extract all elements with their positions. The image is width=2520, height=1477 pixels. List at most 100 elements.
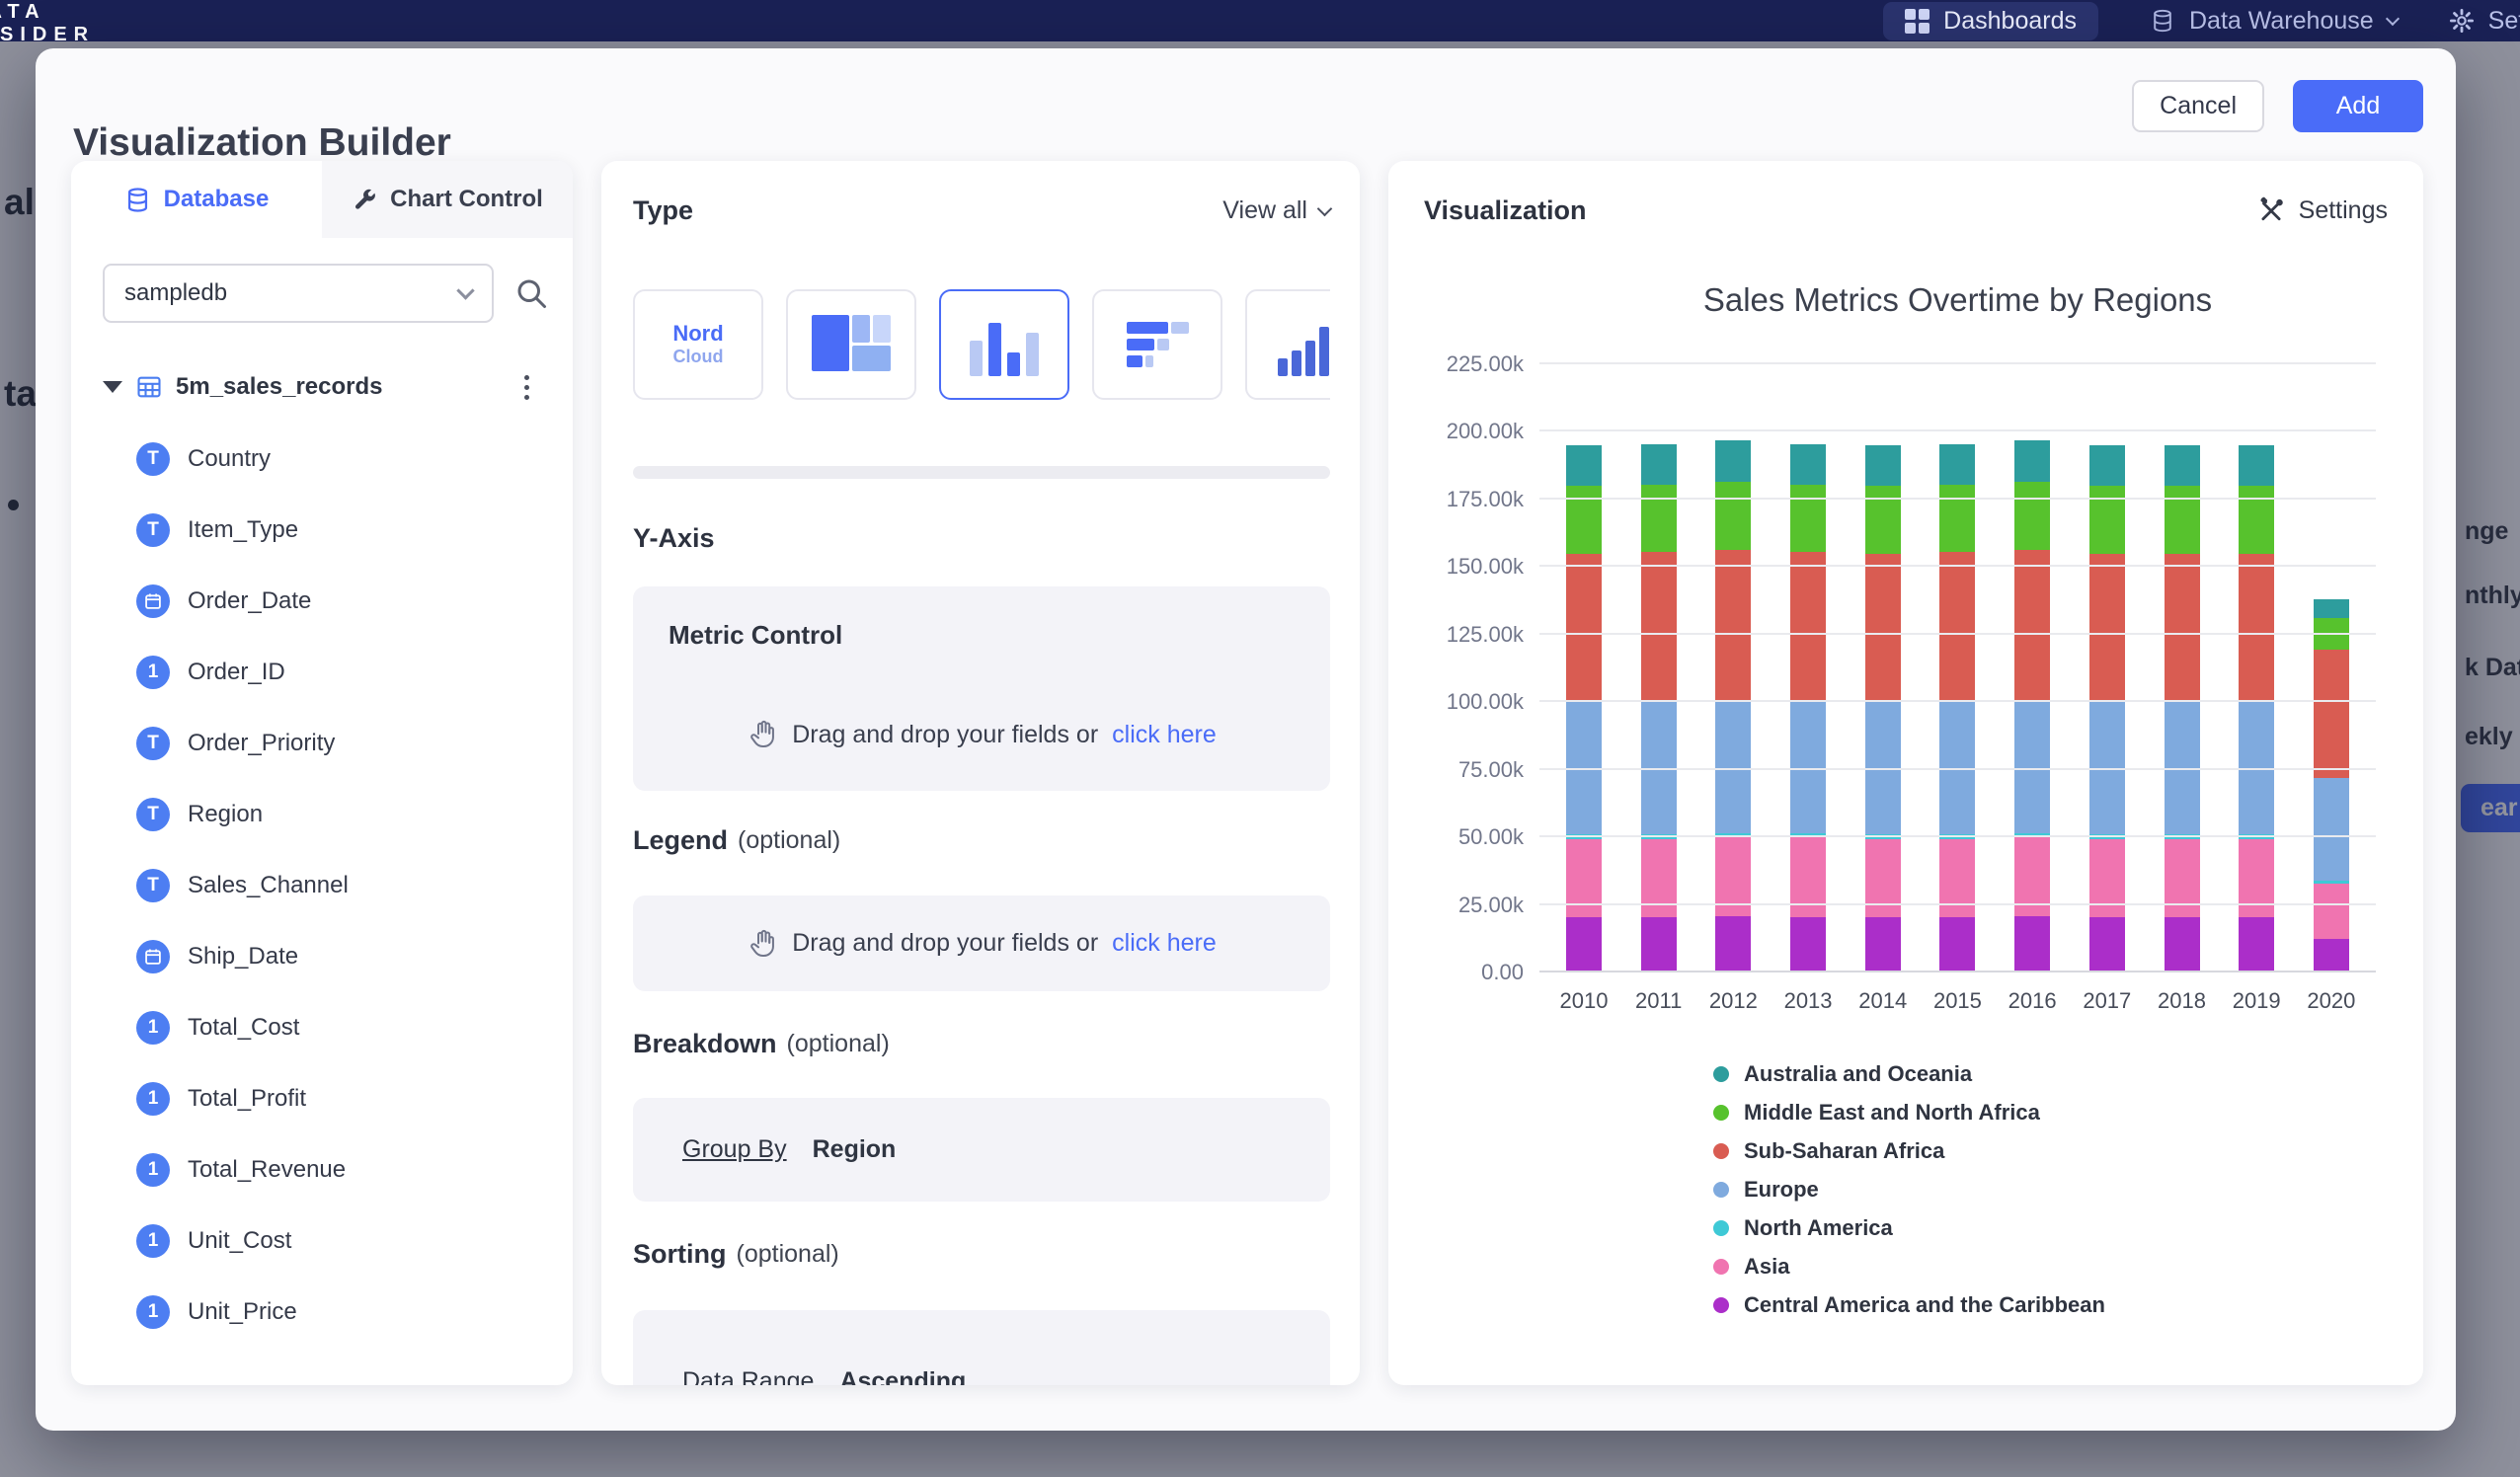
gridline: 200.00k	[1539, 429, 2376, 431]
bar-segment	[1566, 445, 1602, 486]
nav-item-dashboards[interactable]: Dashboards	[1883, 2, 2098, 40]
sorting-card[interactable]: Data Range Ascending	[633, 1310, 1330, 1385]
legend-label: Central America and the Caribbean	[1744, 1292, 2105, 1318]
field-item-item-type[interactable]: TItem_Type	[71, 495, 573, 566]
x-tick: 2018	[2165, 988, 2200, 1022]
gridline: 50.00k	[1539, 835, 2376, 837]
legend-item-north-america[interactable]: North America	[1713, 1208, 2105, 1247]
legend-drop-zone[interactable]: Drag and drop your fields or click here	[747, 928, 1216, 960]
gridline: 75.00k	[1539, 768, 2376, 770]
chart-type-histogram[interactable]	[1245, 289, 1330, 400]
tab-chart-control[interactable]: Chart Control	[322, 161, 573, 238]
stacked-bar-2012	[1715, 364, 1751, 972]
bar-segment	[2239, 917, 2274, 972]
y-tick-label: 125.00k	[1447, 622, 1524, 648]
nav-label: Data Warehouse	[2189, 7, 2374, 36]
field-label: Sales_Channel	[188, 872, 349, 899]
tab-database[interactable]: Database	[71, 161, 322, 238]
field-item-unit-cost[interactable]: 1Unit_Cost	[71, 1205, 573, 1277]
field-item-region[interactable]: TRegion	[71, 779, 573, 850]
date-type-icon	[136, 940, 170, 973]
bar-segment	[1715, 700, 1751, 834]
type-label: Type	[633, 195, 693, 226]
visualization-builder-modal: Visualization Builder Cancel Add Databas…	[36, 48, 2456, 1431]
bar-segment	[1715, 440, 1751, 482]
x-tick-label: 2020	[2307, 988, 2355, 1014]
chart-type-stacked-bar[interactable]	[1092, 289, 1222, 400]
bar-segment	[1790, 444, 1826, 485]
bar-segment	[2314, 599, 2349, 618]
field-item-order-priority[interactable]: TOrder_Priority	[71, 708, 573, 779]
x-tick: 2016	[2014, 988, 2050, 1022]
field-label: Order_ID	[188, 659, 285, 686]
nav-item-data-warehouse[interactable]: Data Warehouse	[2150, 7, 2398, 36]
bar-segment	[2239, 839, 2274, 917]
chart-type-column[interactable]	[939, 289, 1069, 400]
cancel-button[interactable]: Cancel	[2132, 80, 2264, 132]
legend-item-sub-saharan-africa[interactable]: Sub-Saharan Africa	[1713, 1131, 2105, 1170]
bar-segment	[1641, 552, 1677, 702]
table-name: 5m_sales_records	[176, 373, 382, 401]
horizontal-scrollbar[interactable]	[633, 466, 1330, 479]
view-all-button[interactable]: View all	[1222, 196, 1330, 225]
datasource-select[interactable]: sampledb	[103, 264, 494, 323]
bar-segment	[1790, 485, 1826, 552]
metric-control-card[interactable]: Metric Control Drag and drop your fields…	[633, 586, 1330, 791]
bar-segment	[2165, 839, 2200, 917]
chart-type-word-cloud[interactable]: NordCloud	[633, 289, 763, 400]
legend-item-asia[interactable]: Asia	[1713, 1247, 2105, 1285]
field-item-total-revenue[interactable]: 1Total_Revenue	[71, 1134, 573, 1205]
y-tick-label: 0.00	[1481, 960, 1524, 985]
field-item-order-id[interactable]: 1 Order_ID	[71, 637, 573, 708]
stacked-bar-2016	[2014, 364, 2050, 972]
legend-item-europe[interactable]: Europe	[1713, 1170, 2105, 1208]
settings-button[interactable]: Settings	[2256, 195, 2388, 225]
metric-drop-zone[interactable]: Drag and drop your fields or click here	[669, 719, 1295, 750]
field-item-sales-channel[interactable]: TSales_Channel	[71, 850, 573, 921]
field-label: Total_Revenue	[188, 1156, 346, 1184]
date-type-icon	[136, 584, 170, 618]
nav-item-settings[interactable]: Settings	[2449, 7, 2520, 36]
dashboards-icon	[1905, 9, 1929, 34]
chart-type-treemap[interactable]	[786, 289, 916, 400]
bar-segment	[1939, 444, 1975, 485]
field-item-ship-date[interactable]: Ship_Date	[71, 921, 573, 992]
legend-item-middle-east-and-north-africa[interactable]: Middle East and North Africa	[1713, 1093, 2105, 1131]
nav-label: Dashboards	[1943, 7, 2077, 36]
y-tick-label: 200.00k	[1447, 419, 1524, 444]
type-section-heading: Type View all	[633, 189, 1330, 232]
kebab-menu-icon[interactable]	[520, 368, 533, 406]
chevron-down-icon	[456, 281, 474, 299]
legend-label: Sub-Saharan Africa	[1744, 1138, 1944, 1164]
number-type-icon: 1	[136, 656, 170, 689]
top-nav-bar: DATA INSIDER Dashboards Data Warehouse Set…	[0, 0, 2520, 41]
bar-segment	[1939, 552, 1975, 702]
field-item-total-profit[interactable]: 1Total_Profit	[71, 1063, 573, 1134]
legend-item-australia-and-oceania[interactable]: Australia and Oceania	[1713, 1054, 2105, 1093]
click-here-link[interactable]: click here	[1112, 929, 1217, 958]
stacked-bar-2011	[1641, 364, 1677, 972]
chevron-expanded-icon[interactable]	[103, 381, 122, 393]
app-logo[interactable]: DATA INSIDER	[0, 1, 95, 41]
legend-label: North America	[1744, 1215, 1893, 1241]
table-tree-item[interactable]: 5m_sales_records	[103, 360, 533, 414]
number-type-icon: 1	[136, 1295, 170, 1329]
field-item-order-date[interactable]: Order_Date	[71, 566, 573, 637]
field-label: Ship_Date	[188, 943, 298, 971]
field-item-unit-price[interactable]: 1Unit_Price	[71, 1277, 573, 1348]
search-button[interactable]	[504, 266, 559, 321]
field-item-country[interactable]: TCountry	[71, 424, 573, 495]
chart-type-cards: NordCloud	[633, 289, 1330, 400]
field-item-total-cost[interactable]: 1Total_Cost	[71, 992, 573, 1063]
add-button[interactable]: Add	[2293, 80, 2423, 132]
settings-tools-icon	[2256, 195, 2286, 225]
bar-segment	[1641, 485, 1677, 552]
sort-field-label[interactable]: Data Range	[682, 1367, 814, 1385]
breakdown-card[interactable]: Group By Region	[633, 1098, 1330, 1202]
bar-segment	[1865, 554, 1901, 703]
group-by-label[interactable]: Group By	[682, 1135, 787, 1164]
legend-item-central-america-and-the-caribbean[interactable]: Central America and the Caribbean	[1713, 1285, 2105, 1324]
x-tick-label: 2018	[2158, 988, 2206, 1014]
legend-drop-card[interactable]: Drag and drop your fields or click here	[633, 895, 1330, 991]
click-here-link[interactable]: click here	[1112, 721, 1217, 749]
